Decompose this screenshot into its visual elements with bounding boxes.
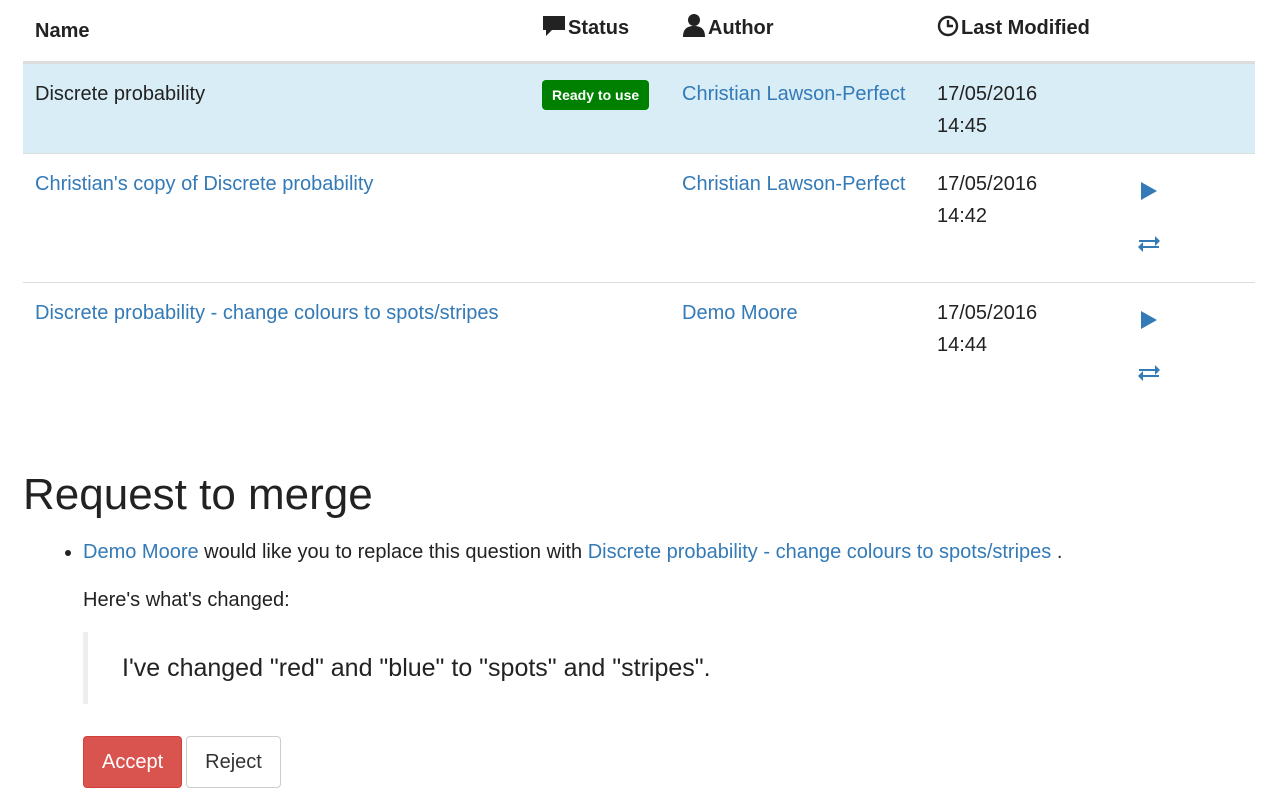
header-author-label: Author [708,17,774,39]
accept-button[interactable]: Accept [83,736,183,788]
modified-date: 17/05/2016 [937,83,1038,105]
merge-request-item: Demo Moore would like you to replace thi… [83,536,1263,788]
question-link[interactable]: Christian's copy of Discrete probability [35,173,373,195]
header-modified-label: Last Modified [961,17,1090,39]
header-name-label: Name [35,20,90,42]
merge-request-period: . [1056,541,1063,563]
header-actions [1125,0,1255,64]
row-name: Discrete probability [23,62,530,154]
clock-icon [937,15,959,47]
table-row: Discrete probability - change colours to… [23,282,1255,397]
merge-request-list: Demo Moore would like you to replace thi… [60,536,1263,788]
user-icon [682,13,706,47]
transfer-icon[interactable] [1137,361,1161,393]
modified-time: 14:45 [937,115,988,137]
modified-time: 14:44 [937,334,988,356]
changes-label: Here's what's changed: [83,589,290,611]
row-author: Christian Lawson-Perfect [670,153,925,283]
table-row: Discrete probability Ready to use Christ… [23,62,1255,154]
row-name: Discrete probability - change colours to… [23,282,530,397]
merge-heading: Request to merge [23,470,373,519]
status-badge: Ready to use [542,80,650,110]
row-status [530,282,670,397]
requester-link[interactable]: Demo Moore [83,541,199,563]
play-icon[interactable] [1137,309,1159,341]
modified-date: 17/05/2016 [937,302,1038,324]
reject-button[interactable]: Reject [186,736,281,788]
row-actions [1125,62,1255,154]
page: Name Status Author Last Modified Discret… [0,0,1263,798]
author-link[interactable]: Christian Lawson-Perfect [682,173,905,195]
comment-icon [542,15,566,47]
row-author: Christian Lawson-Perfect [670,62,925,154]
row-name: Christian's copy of Discrete probability [23,153,530,283]
author-link[interactable]: Christian Lawson-Perfect [682,83,905,105]
row-modified: 17/05/2016 14:42 [925,153,1125,283]
target-question-link[interactable]: Discrete probability - change colours to… [588,541,1052,563]
author-link[interactable]: Demo Moore [682,302,798,324]
row-actions [1125,282,1255,397]
table-row: Christian's copy of Discrete probability… [23,153,1255,283]
transfer-icon[interactable] [1137,232,1161,264]
row-author: Demo Moore [670,282,925,397]
versions-table: Name Status Author Last Modified Discret… [23,0,1255,397]
header-author: Author [670,0,925,64]
header-name: Name [23,0,530,64]
merge-request-text: would like you to replace this question … [204,541,583,563]
merge-request-sentence: Demo Moore would like you to replace thi… [83,536,1263,568]
change-message: I've changed "red" and "blue" to "spots"… [83,632,1263,704]
question-link[interactable]: Discrete probability - change colours to… [35,302,499,324]
merge-actions: Accept Reject [83,736,1263,788]
header-status: Status [530,0,670,64]
row-actions [1125,153,1255,283]
table-header-row: Name Status Author Last Modified [23,0,1255,64]
modified-date: 17/05/2016 [937,173,1038,195]
row-status [530,153,670,283]
question-name: Discrete probability [35,83,206,105]
header-status-label: Status [568,17,630,39]
play-icon[interactable] [1137,180,1159,212]
row-modified: 17/05/2016 14:44 [925,282,1125,397]
modified-time: 14:42 [937,205,988,227]
header-modified: Last Modified [925,0,1125,64]
row-modified: 17/05/2016 14:45 [925,62,1125,154]
row-status: Ready to use [530,62,670,154]
